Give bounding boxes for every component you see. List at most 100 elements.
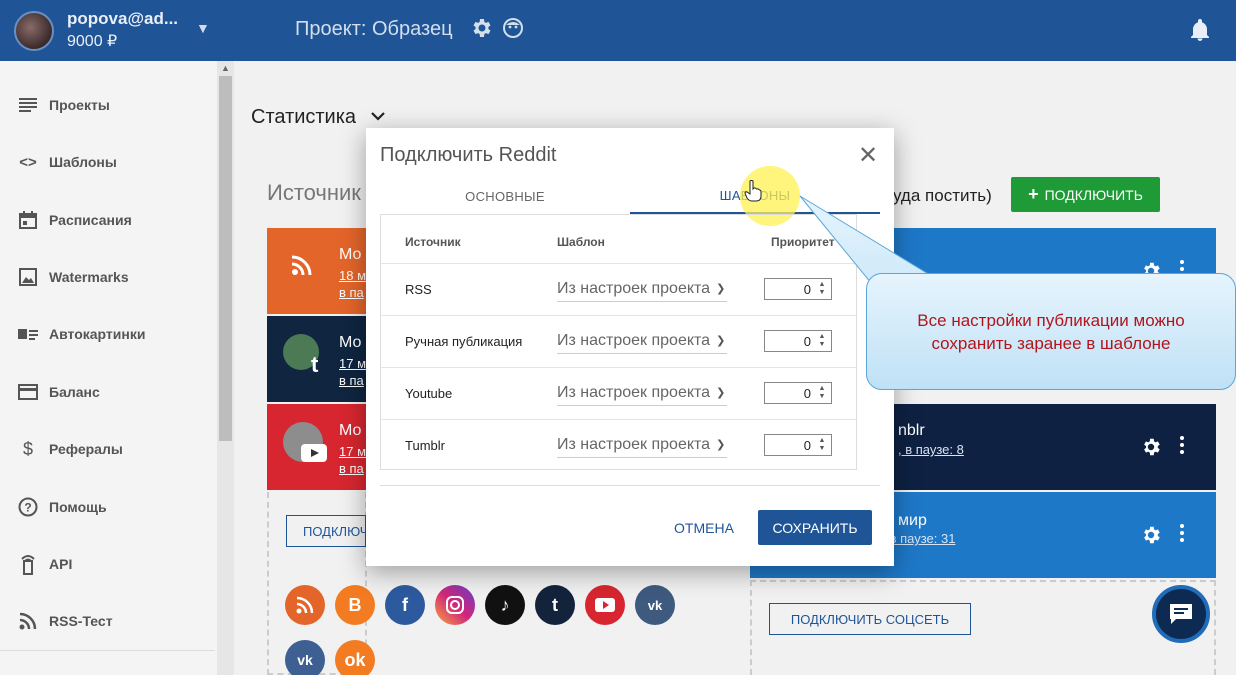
connect-source-button[interactable]: ПОДКЛЮЧ bbox=[286, 515, 368, 547]
card-subtitle[interactable]: в па bbox=[339, 285, 364, 300]
card-subtitle[interactable]: 17 м bbox=[339, 444, 366, 459]
instagram-icon[interactable] bbox=[435, 585, 475, 625]
sidebar: Проекты <> Шаблоны Расписания Watermarks… bbox=[0, 61, 234, 675]
sidebar-item-label: Watermarks bbox=[49, 269, 129, 285]
sidebar-item-schedules[interactable]: Расписания bbox=[0, 200, 215, 240]
statistics-title[interactable]: Статистика bbox=[251, 106, 356, 129]
card-icon bbox=[17, 381, 39, 403]
priority-stepper[interactable]: 0 ▲ ▼ bbox=[764, 330, 832, 352]
spinner-arrows-icon[interactable]: ▲ ▼ bbox=[815, 333, 829, 349]
chat-button[interactable] bbox=[1152, 585, 1210, 643]
vk-icon[interactable]: vk bbox=[285, 640, 325, 675]
connect-social-button[interactable]: ПОДКЛЮЧИТЬ СОЦСЕТЬ bbox=[769, 603, 971, 635]
dialog-divider bbox=[380, 485, 880, 486]
caret-down-icon[interactable]: ▼ bbox=[196, 20, 210, 36]
sidebar-item-label: Рефералы bbox=[49, 441, 123, 457]
sidebar-item-label: API bbox=[49, 556, 73, 572]
spinner-arrows-icon[interactable]: ▲ ▼ bbox=[815, 385, 829, 401]
card-subtitle[interactable]: 17 м bbox=[339, 356, 366, 371]
connect-reddit-dialog: Подключить Reddit ✕ ОСНОВНЫЕ ШАБЛОНЫ Ист… bbox=[366, 128, 894, 566]
template-select[interactable]: Из настроек проекта ❯ bbox=[557, 328, 727, 354]
sidebar-item-referrals[interactable]: $ Рефералы bbox=[0, 429, 215, 469]
table-row: RSS Из настроек проекта ❯ 0 ▲ ▼ bbox=[381, 263, 856, 315]
image-icon bbox=[17, 266, 39, 288]
gear-icon[interactable] bbox=[469, 16, 493, 40]
sidebar-item-balance[interactable]: Баланс bbox=[0, 372, 215, 412]
face-icon[interactable] bbox=[501, 16, 525, 40]
project-title: Проект: Образец bbox=[295, 18, 453, 40]
template-select[interactable]: Из настроек проекта ❯ bbox=[557, 276, 727, 302]
calendar-icon bbox=[17, 209, 39, 231]
sidebar-item-projects[interactable]: Проекты bbox=[0, 85, 215, 125]
youtube-icon[interactable] bbox=[585, 585, 625, 625]
sidebar-item-watermarks[interactable]: Watermarks bbox=[0, 257, 215, 297]
connect-button[interactable]: + ПОДКЛЮЧИТЬ bbox=[1011, 177, 1160, 212]
chevron-down-icon[interactable] bbox=[371, 112, 385, 122]
chevron-down-icon: ❯ bbox=[716, 335, 726, 347]
column-header-priority: Приоритет bbox=[771, 235, 835, 249]
youtube-icon bbox=[301, 444, 327, 462]
where-to-post-text: уда постить) bbox=[893, 186, 992, 205]
vk-video-icon[interactable]: vk bbox=[635, 585, 675, 625]
sidebar-item-help[interactable]: ? Помощь bbox=[0, 487, 215, 527]
gear-icon[interactable] bbox=[1140, 524, 1162, 546]
close-icon[interactable]: ✕ bbox=[858, 144, 878, 168]
sidebar-item-label: Расписания bbox=[49, 212, 132, 228]
sidebar-item-label: Автокартинки bbox=[49, 326, 146, 342]
sidebar-item-label: Шаблоны bbox=[49, 154, 117, 170]
column-header-source: Источник bbox=[405, 235, 461, 249]
list-icon bbox=[17, 94, 39, 116]
sidebar-item-autopictures[interactable]: Автокартинки bbox=[0, 314, 215, 354]
dollar-icon: $ bbox=[22, 438, 33, 459]
gear-icon[interactable] bbox=[1140, 436, 1162, 458]
blogger-icon[interactable]: B bbox=[335, 585, 375, 625]
priority-stepper[interactable]: 0 ▲ ▼ bbox=[764, 382, 832, 404]
sidebar-item-api[interactable]: API bbox=[0, 544, 215, 584]
autopicture-icon bbox=[17, 323, 39, 345]
template-select[interactable]: Из настроек проекта ❯ bbox=[557, 432, 727, 458]
more-vertical-icon[interactable] bbox=[1178, 522, 1186, 544]
sidebar-scrollbar[interactable]: ▲ bbox=[217, 61, 234, 675]
table-row: Youtube Из настроек проекта ❯ 0 ▲ ▼ bbox=[381, 367, 856, 419]
tiktok-icon[interactable]: ♪ bbox=[485, 585, 525, 625]
odnoklassniki-icon[interactable]: ok bbox=[335, 640, 375, 675]
scroll-up-icon[interactable]: ▲ bbox=[221, 63, 230, 73]
source-card-rss[interactable]: Мо 18 м в па bbox=[267, 228, 367, 314]
sidebar-item-rss-test[interactable]: RSS-Тест bbox=[0, 601, 215, 641]
card-subtitle[interactable]: в па bbox=[339, 373, 364, 388]
sidebar-item-templates[interactable]: <> Шаблоны bbox=[0, 142, 215, 182]
facebook-icon[interactable]: f bbox=[385, 585, 425, 625]
source-card-youtube[interactable]: Мо 17 м в па bbox=[267, 404, 367, 490]
tumblr-icon[interactable]: t bbox=[535, 585, 575, 625]
spinner-arrows-icon[interactable]: ▲ ▼ bbox=[815, 437, 829, 453]
chevron-down-icon: ❯ bbox=[716, 439, 726, 451]
column-header-template: Шаблон bbox=[557, 235, 605, 249]
priority-stepper[interactable]: 0 ▲ ▼ bbox=[764, 278, 832, 300]
plus-icon: + bbox=[1028, 184, 1039, 204]
avatar[interactable] bbox=[14, 11, 54, 51]
priority-stepper[interactable]: 0 ▲ ▼ bbox=[764, 434, 832, 456]
save-button[interactable]: СОХРАНИТЬ bbox=[758, 510, 872, 545]
row-source: Ручная публикация bbox=[405, 334, 523, 349]
user-email[interactable]: popova@ad... bbox=[67, 9, 178, 29]
card-title: Мо bbox=[339, 422, 362, 439]
scrollbar-thumb[interactable] bbox=[219, 76, 232, 441]
card-subtitle[interactable]: в па bbox=[339, 461, 364, 476]
tab-main[interactable]: ОСНОВНЫЕ bbox=[380, 178, 630, 214]
chevron-down-icon: ❯ bbox=[716, 387, 726, 399]
spinner-arrows-icon[interactable]: ▲ ▼ bbox=[815, 281, 829, 297]
svg-text:?: ? bbox=[24, 501, 31, 515]
more-vertical-icon[interactable] bbox=[1178, 434, 1186, 456]
bell-icon[interactable] bbox=[1189, 18, 1211, 42]
card-title: nblr bbox=[898, 422, 925, 439]
card-title: мир bbox=[898, 512, 927, 529]
cancel-button[interactable]: ОТМЕНА bbox=[664, 510, 744, 546]
sidebar-item-label: Проекты bbox=[49, 97, 110, 113]
source-card-tumblr[interactable]: t Мо 17 м в па bbox=[267, 316, 367, 402]
sidebar-divider bbox=[0, 650, 215, 651]
card-subtitle[interactable]: 18 м bbox=[339, 268, 366, 283]
hand-cursor-icon bbox=[744, 180, 762, 202]
template-select[interactable]: Из настроек проекта ❯ bbox=[557, 380, 727, 406]
card-subtitle[interactable]: , в паузе: 8 bbox=[898, 442, 964, 457]
rss-icon[interactable] bbox=[285, 585, 325, 625]
